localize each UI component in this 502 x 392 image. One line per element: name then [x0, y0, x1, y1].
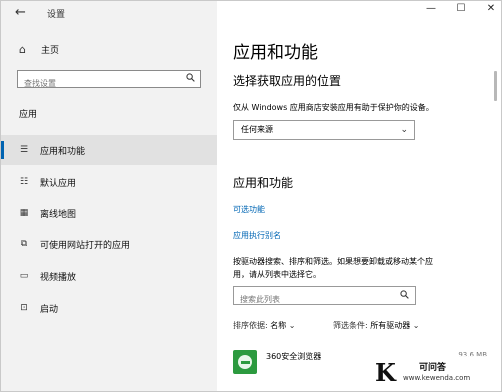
app-source-dropdown[interactable]: 任何来源 ⌄	[233, 120, 415, 140]
sort-label: 排序依据:	[233, 321, 268, 330]
settings-window: ← 设置 ⌂ 主页 应用 ☰ 应用和功能 ☷ 默认应用 ▦ 离线地图 ⧉	[0, 0, 502, 392]
watermark-url: www.kewenda.com	[403, 374, 471, 382]
sidebar-item-default-apps[interactable]: ☷ 默认应用	[1, 167, 217, 197]
page-title: 应用和功能	[233, 43, 318, 63]
chevron-down-icon: ⌄	[412, 321, 420, 330]
sort-value: 名称	[270, 321, 287, 330]
app-list-search-input[interactable]	[234, 291, 390, 308]
startup-icon: ⊡	[20, 303, 28, 313]
sidebar: ← 设置 ⌂ 主页 应用 ☰ 应用和功能 ☷ 默认应用 ▦ 离线地图 ⧉	[1, 1, 217, 391]
app-execution-aliases-link[interactable]: 应用执行别名	[233, 230, 281, 241]
video-icon: ▭	[19, 271, 29, 281]
sidebar-item-apps-for-websites[interactable]: ⧉ 可使用网站打开的应用	[1, 229, 217, 259]
sidebar-section-label: 应用	[19, 110, 38, 120]
sidebar-item-startup[interactable]: ⊡ 启动	[1, 293, 217, 323]
optional-features-link[interactable]: 可选功能	[233, 204, 265, 215]
app-name: 360安全浏览器	[266, 352, 322, 361]
filter-label: 筛选条件:	[333, 321, 368, 330]
chevron-down-icon: ⌄	[400, 125, 408, 135]
browser-app-icon	[233, 350, 257, 374]
sort-by-control[interactable]: 排序依据: 名称 ⌄	[233, 320, 296, 331]
map-icon: ▦	[19, 208, 29, 218]
sidebar-item-label: 启动	[40, 304, 59, 315]
maximize-button[interactable]: ☐	[455, 3, 467, 14]
sidebar-item-label: 视频播放	[40, 272, 77, 283]
sidebar-item-label: 离线地图	[40, 209, 77, 220]
main-content: — ☐ ✕ 应用和功能 选择获取应用的位置 仅从 Windows 应用商店安装应…	[217, 1, 501, 391]
filter-value: 所有驱动器	[370, 321, 411, 330]
window-controls: — ☐ ✕	[425, 3, 497, 14]
sidebar-item-label: 应用和功能	[40, 146, 86, 157]
settings-search-box[interactable]	[17, 70, 201, 92]
search-icon[interactable]	[186, 73, 195, 82]
window-title: 设置	[47, 10, 66, 20]
sidebar-item-apps-features[interactable]: ☰ 应用和功能	[1, 135, 217, 165]
choose-location-heading: 选择获取应用的位置	[233, 74, 342, 88]
back-arrow-icon[interactable]: ←	[15, 5, 26, 20]
search-description-line: 按驱动器搜索、排序和筛选。如果想要卸载或移动某个应	[233, 257, 433, 266]
list-icon: ☰	[19, 145, 29, 155]
watermark-logo: K	[375, 358, 396, 387]
filter-by-control[interactable]: 筛选条件: 所有驱动器 ⌄	[333, 320, 420, 331]
app-source-value: 任何来源	[241, 125, 273, 134]
home-icon: ⌂	[19, 43, 26, 56]
sidebar-item-label: 默认应用	[40, 178, 77, 189]
sidebar-item-video-playback[interactable]: ▭ 视频播放	[1, 261, 217, 291]
home-label: 主页	[41, 46, 60, 56]
search-icon[interactable]	[400, 290, 409, 299]
open-with-icon: ⧉	[20, 239, 28, 249]
choose-location-description: 仅从 Windows 应用商店安装应用有助于保护你的设备。	[233, 103, 434, 112]
default-apps-icon: ☷	[19, 177, 29, 187]
scrollbar[interactable]	[494, 71, 497, 101]
search-description-line: 用，请从列表中选择它。	[233, 270, 321, 279]
sidebar-item-label: 可使用网站打开的应用	[40, 240, 131, 251]
chevron-down-icon: ⌄	[288, 321, 296, 330]
home-link[interactable]: ⌂ 主页	[19, 43, 59, 56]
apps-features-heading: 应用和功能	[233, 176, 294, 190]
app-list-search-box[interactable]	[233, 286, 416, 308]
watermark: K 可问答 www.kewenda.com	[369, 356, 499, 387]
search-description: 按驱动器搜索、排序和筛选。如果想要卸载或移动某个应 用，请从列表中选择它。	[233, 255, 433, 281]
settings-search-input[interactable]	[18, 75, 174, 92]
sidebar-item-offline-maps[interactable]: ▦ 离线地图	[1, 198, 217, 228]
close-button[interactable]: ✕	[485, 3, 497, 14]
minimize-button[interactable]: —	[425, 3, 437, 14]
watermark-text: 可问答	[419, 363, 447, 373]
